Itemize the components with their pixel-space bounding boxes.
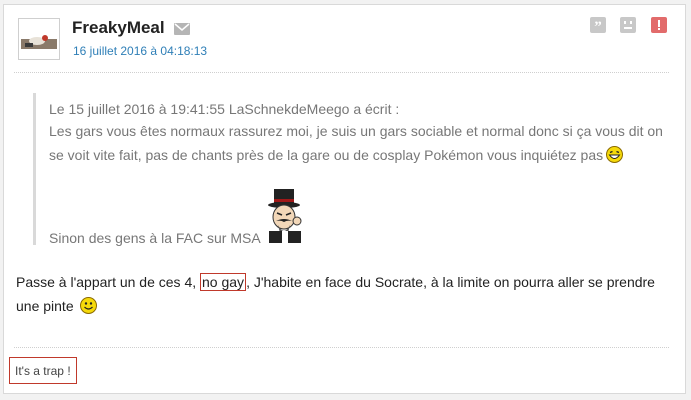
laughing-smiley-icon	[606, 146, 624, 170]
forum-post: FreakyMeal 16 juillet 2016 à 04:18:13 ” …	[3, 4, 686, 394]
signature-divider	[14, 347, 669, 348]
username[interactable]: FreakyMeal	[72, 18, 165, 38]
signature: It's a trap !	[9, 357, 77, 384]
highlighted-text: no gay	[200, 273, 247, 291]
message-text-start: Passe à l'appart un de ces 4,	[16, 274, 201, 290]
smiling-smiley-icon	[79, 297, 97, 321]
alert-icon[interactable]	[651, 17, 667, 33]
quote-footer-text: Sinon des gens à la FAC sur MSA	[49, 230, 261, 246]
post-date-link[interactable]: 16 juillet 2016 à 04:18:13	[73, 44, 207, 58]
quote-body-text: Les gars vous êtes normaux rassurez moi,…	[49, 123, 663, 163]
svg-text:”: ”	[594, 19, 602, 33]
quoted-message: Le 15 juillet 2016 à 19:41:55 LaSchnekde…	[33, 93, 665, 248]
quote-header: Le 15 juillet 2016 à 19:41:55 LaSchnekde…	[49, 101, 400, 117]
envelope-icon[interactable]	[174, 22, 190, 40]
sad-face-icon[interactable]	[620, 17, 636, 33]
quote-footer: Sinon des gens à la FAC sur MSA	[49, 187, 305, 248]
quote-icon[interactable]: ”	[590, 17, 606, 35]
quote-body: Les gars vous êtes normaux rassurez moi,…	[49, 119, 665, 170]
top-hat-villain-sticker	[265, 187, 305, 248]
message-body: Passe à l'appart un de ces 4, no gay, J'…	[16, 270, 666, 321]
header-divider	[14, 72, 669, 73]
avatar[interactable]	[18, 18, 60, 60]
